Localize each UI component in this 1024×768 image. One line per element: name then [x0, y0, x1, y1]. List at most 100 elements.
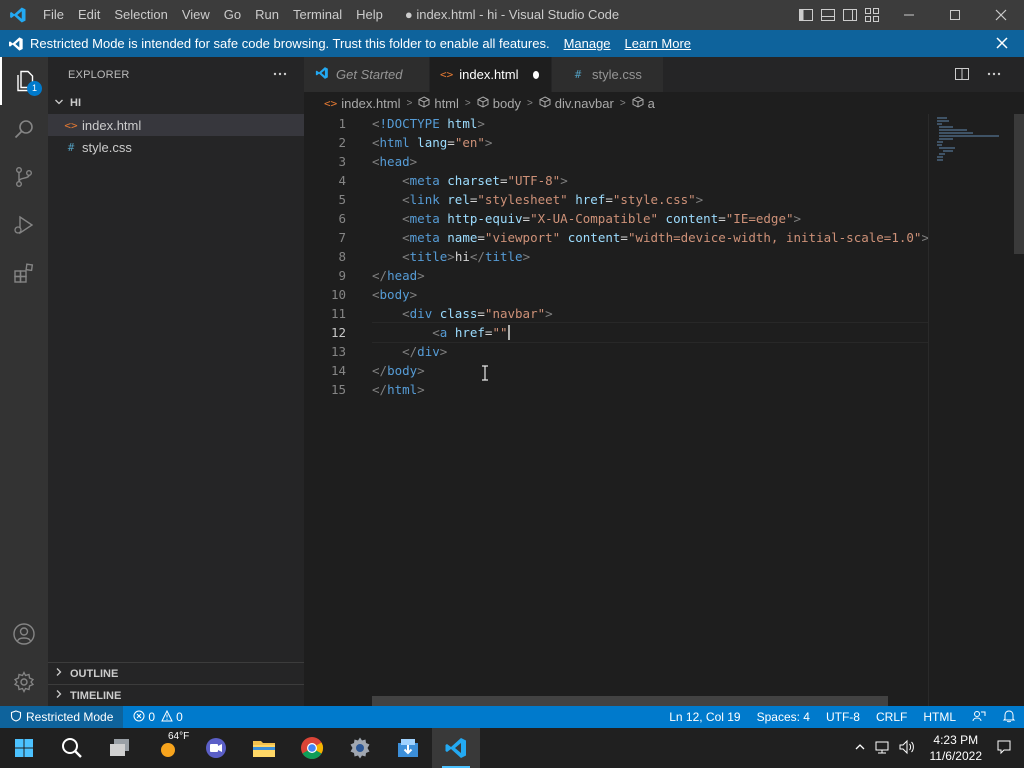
- search-icon[interactable]: [0, 105, 48, 153]
- chrome-icon[interactable]: [288, 728, 336, 768]
- customize-layout-icon[interactable]: [864, 7, 880, 23]
- code-line[interactable]: <a href="": [372, 322, 928, 343]
- outline-section[interactable]: OUTLINE: [48, 662, 304, 684]
- encoding[interactable]: UTF-8: [818, 710, 868, 724]
- extensions-icon[interactable]: [0, 249, 48, 297]
- taskbar-search-icon[interactable]: [48, 728, 96, 768]
- folder-hi[interactable]: HI: [48, 92, 304, 114]
- code-line[interactable]: <link rel="stylesheet" href="style.css">: [372, 190, 928, 209]
- code-line[interactable]: <html lang="en">: [372, 133, 928, 152]
- line-number-gutter: 1 2 3 4 5 6 7 8 9 10 11 12 13 14 15: [304, 114, 352, 399]
- error-count: 0: [148, 710, 156, 724]
- toggle-secondary-sidebar-icon[interactable]: [842, 7, 858, 23]
- chevron-right-icon: [54, 667, 64, 680]
- title-bar: File Edit Selection View Go Run Terminal…: [0, 0, 1024, 30]
- source-control-icon[interactable]: [0, 153, 48, 201]
- split-editor-icon[interactable]: [954, 66, 970, 85]
- timeline-section[interactable]: TIMELINE: [48, 684, 304, 706]
- breadcrumb-body[interactable]: body: [477, 96, 521, 111]
- menu-bar: File Edit Selection View Go Run Terminal…: [36, 0, 390, 30]
- indentation[interactable]: Spaces: 4: [749, 710, 818, 724]
- code-line[interactable]: <body>: [372, 285, 928, 304]
- more-actions-icon[interactable]: [986, 66, 1002, 85]
- explorer-icon[interactable]: 1: [0, 57, 48, 105]
- toggle-panel-icon[interactable]: [820, 7, 836, 23]
- menu-view[interactable]: View: [175, 0, 217, 30]
- file-index-html[interactable]: <> index.html: [48, 114, 304, 136]
- code-line[interactable]: </html>: [372, 380, 928, 399]
- code-line[interactable]: </head>: [372, 266, 928, 285]
- css-file-icon: #: [67, 140, 75, 154]
- close-window-icon[interactable]: [978, 0, 1024, 30]
- code-line[interactable]: <!DOCTYPE html>: [372, 114, 928, 133]
- restricted-mode-banner: Restricted Mode is intended for safe cod…: [0, 30, 1024, 57]
- notification-center-icon[interactable]: [996, 739, 1012, 758]
- settings-gear-icon[interactable]: [336, 728, 384, 768]
- code-line[interactable]: <meta http-equiv="X-UA-Compatible" conte…: [372, 209, 928, 228]
- meet-now-icon[interactable]: [192, 728, 240, 768]
- end-of-line[interactable]: CRLF: [868, 710, 915, 724]
- code-editor[interactable]: 1 2 3 4 5 6 7 8 9 10 11 12 13 14 15 <!DO…: [304, 114, 928, 706]
- menu-run[interactable]: Run: [248, 0, 286, 30]
- minimize-icon[interactable]: [886, 0, 932, 30]
- minimap[interactable]: [928, 114, 1024, 706]
- code-line[interactable]: <meta name="viewport" content="width=dev…: [372, 228, 928, 247]
- vscode-taskbar-icon[interactable]: [432, 728, 480, 768]
- line-number: 7: [338, 230, 346, 245]
- menu-go[interactable]: Go: [217, 0, 248, 30]
- code-line[interactable]: <title>hi</title>: [372, 247, 928, 266]
- horizontal-scrollbar[interactable]: [372, 696, 888, 706]
- restricted-mode-status[interactable]: Restricted Mode: [0, 706, 124, 728]
- network-icon[interactable]: [874, 739, 892, 758]
- tab-style-css[interactable]: # style.css: [552, 57, 664, 92]
- cursor-position[interactable]: Ln 12, Col 19: [661, 710, 748, 724]
- tab-index-html[interactable]: <> index.html: [430, 57, 552, 92]
- vertical-scrollbar[interactable]: [1014, 114, 1024, 254]
- notifications-bell-icon[interactable]: [994, 709, 1024, 726]
- code-line[interactable]: </body>: [372, 361, 928, 380]
- unsaved-dot-icon[interactable]: [532, 70, 539, 79]
- line-number: 14: [330, 363, 346, 378]
- run-debug-icon[interactable]: [0, 201, 48, 249]
- code-line[interactable]: <meta charset="UTF-8">: [372, 171, 928, 190]
- breadcrumb-file[interactable]: <> index.html: [324, 96, 401, 111]
- learn-more-link[interactable]: Learn More: [625, 36, 691, 51]
- menu-edit[interactable]: Edit: [71, 0, 107, 30]
- menu-help[interactable]: Help: [349, 0, 390, 30]
- explorer-sidebar: EXPLORER HI <> index.html # style.css OU…: [48, 57, 304, 706]
- more-actions-icon[interactable]: [272, 66, 288, 82]
- code-lines[interactable]: <!DOCTYPE html> <html lang="en"> <head> <m…: [372, 114, 928, 399]
- breadcrumb-div-navbar[interactable]: div.navbar: [539, 96, 614, 111]
- breadcrumb-html[interactable]: html: [418, 96, 459, 111]
- manage-gear-icon[interactable]: [0, 658, 48, 706]
- close-banner-icon[interactable]: [994, 35, 1010, 51]
- code-line[interactable]: <head>: [372, 152, 928, 171]
- weather-icon[interactable]: 64°F: [144, 728, 192, 768]
- feedback-icon[interactable]: [964, 709, 994, 726]
- menu-file[interactable]: File: [36, 0, 71, 30]
- toggle-sidebar-icon[interactable]: [798, 7, 814, 23]
- line-number: 13: [330, 344, 346, 359]
- code-line[interactable]: <div class="navbar">: [372, 304, 928, 323]
- task-view-icon[interactable]: [96, 728, 144, 768]
- volume-icon[interactable]: [898, 739, 916, 758]
- app-installer-icon[interactable]: [384, 728, 432, 768]
- menu-terminal[interactable]: Terminal: [286, 0, 349, 30]
- windows-start-icon[interactable]: [0, 728, 48, 768]
- breadcrumb-a[interactable]: a: [632, 96, 655, 111]
- code-line[interactable]: </div>: [372, 342, 928, 361]
- manage-link[interactable]: Manage: [564, 36, 611, 51]
- problems-status[interactable]: 0 0: [123, 709, 192, 725]
- language-mode[interactable]: HTML: [915, 710, 964, 724]
- file-style-css[interactable]: # style.css: [48, 136, 304, 158]
- chevron-up-icon[interactable]: [854, 741, 866, 756]
- accounts-icon[interactable]: [0, 610, 48, 658]
- clock-date: 11/6/2022: [929, 749, 983, 763]
- maximize-icon[interactable]: [932, 0, 978, 30]
- menu-selection[interactable]: Selection: [107, 0, 174, 30]
- warning-icon: [161, 709, 173, 725]
- clock[interactable]: 4:23 PM 11/6/2022: [922, 732, 991, 764]
- file-explorer-icon[interactable]: [240, 728, 288, 768]
- weather-temperature: 64°F: [168, 731, 190, 742]
- tab-get-started[interactable]: Get Started: [304, 57, 430, 92]
